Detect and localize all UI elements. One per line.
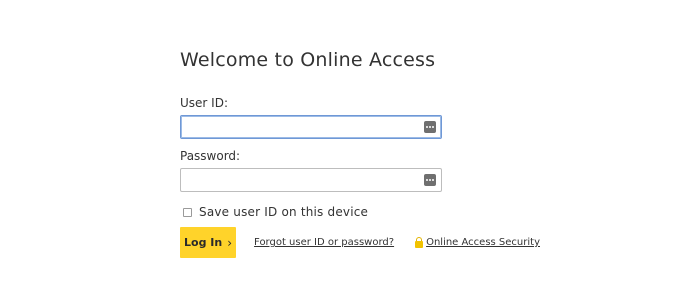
save-user-id-label[interactable]: Save user ID on this device bbox=[199, 205, 368, 219]
online-access-security-link[interactable]: Online Access Security bbox=[426, 237, 540, 248]
lock-icon bbox=[415, 237, 424, 248]
password-label: Password: bbox=[180, 149, 241, 163]
online-access-security-link-wrapper[interactable]: Online Access Security bbox=[415, 237, 540, 248]
password-input[interactable] bbox=[180, 168, 442, 192]
page: Welcome to Online Access User ID: Passwo… bbox=[0, 0, 700, 300]
remember-row: Save user ID on this device bbox=[180, 204, 540, 220]
forgot-credentials-link[interactable]: Forgot user ID or password? bbox=[254, 237, 394, 248]
save-user-id-checkbox[interactable] bbox=[183, 207, 192, 217]
log-in-button-label: Log In bbox=[184, 236, 223, 249]
user-id-field-wrapper bbox=[180, 115, 442, 139]
user-id-label: User ID: bbox=[180, 96, 228, 110]
user-id-input[interactable] bbox=[180, 115, 442, 139]
password-manager-icon[interactable] bbox=[424, 121, 436, 133]
password-field-wrapper bbox=[180, 168, 442, 192]
page-title: Welcome to Online Access bbox=[180, 49, 436, 71]
actions-row: Log In › Forgot user ID or password? Onl… bbox=[180, 227, 540, 258]
log-in-button[interactable]: Log In › bbox=[180, 227, 237, 258]
chevron-right-icon: › bbox=[227, 235, 233, 250]
login-form: Welcome to Online Access User ID: Passwo… bbox=[180, 46, 540, 258]
password-manager-icon[interactable] bbox=[424, 174, 436, 186]
